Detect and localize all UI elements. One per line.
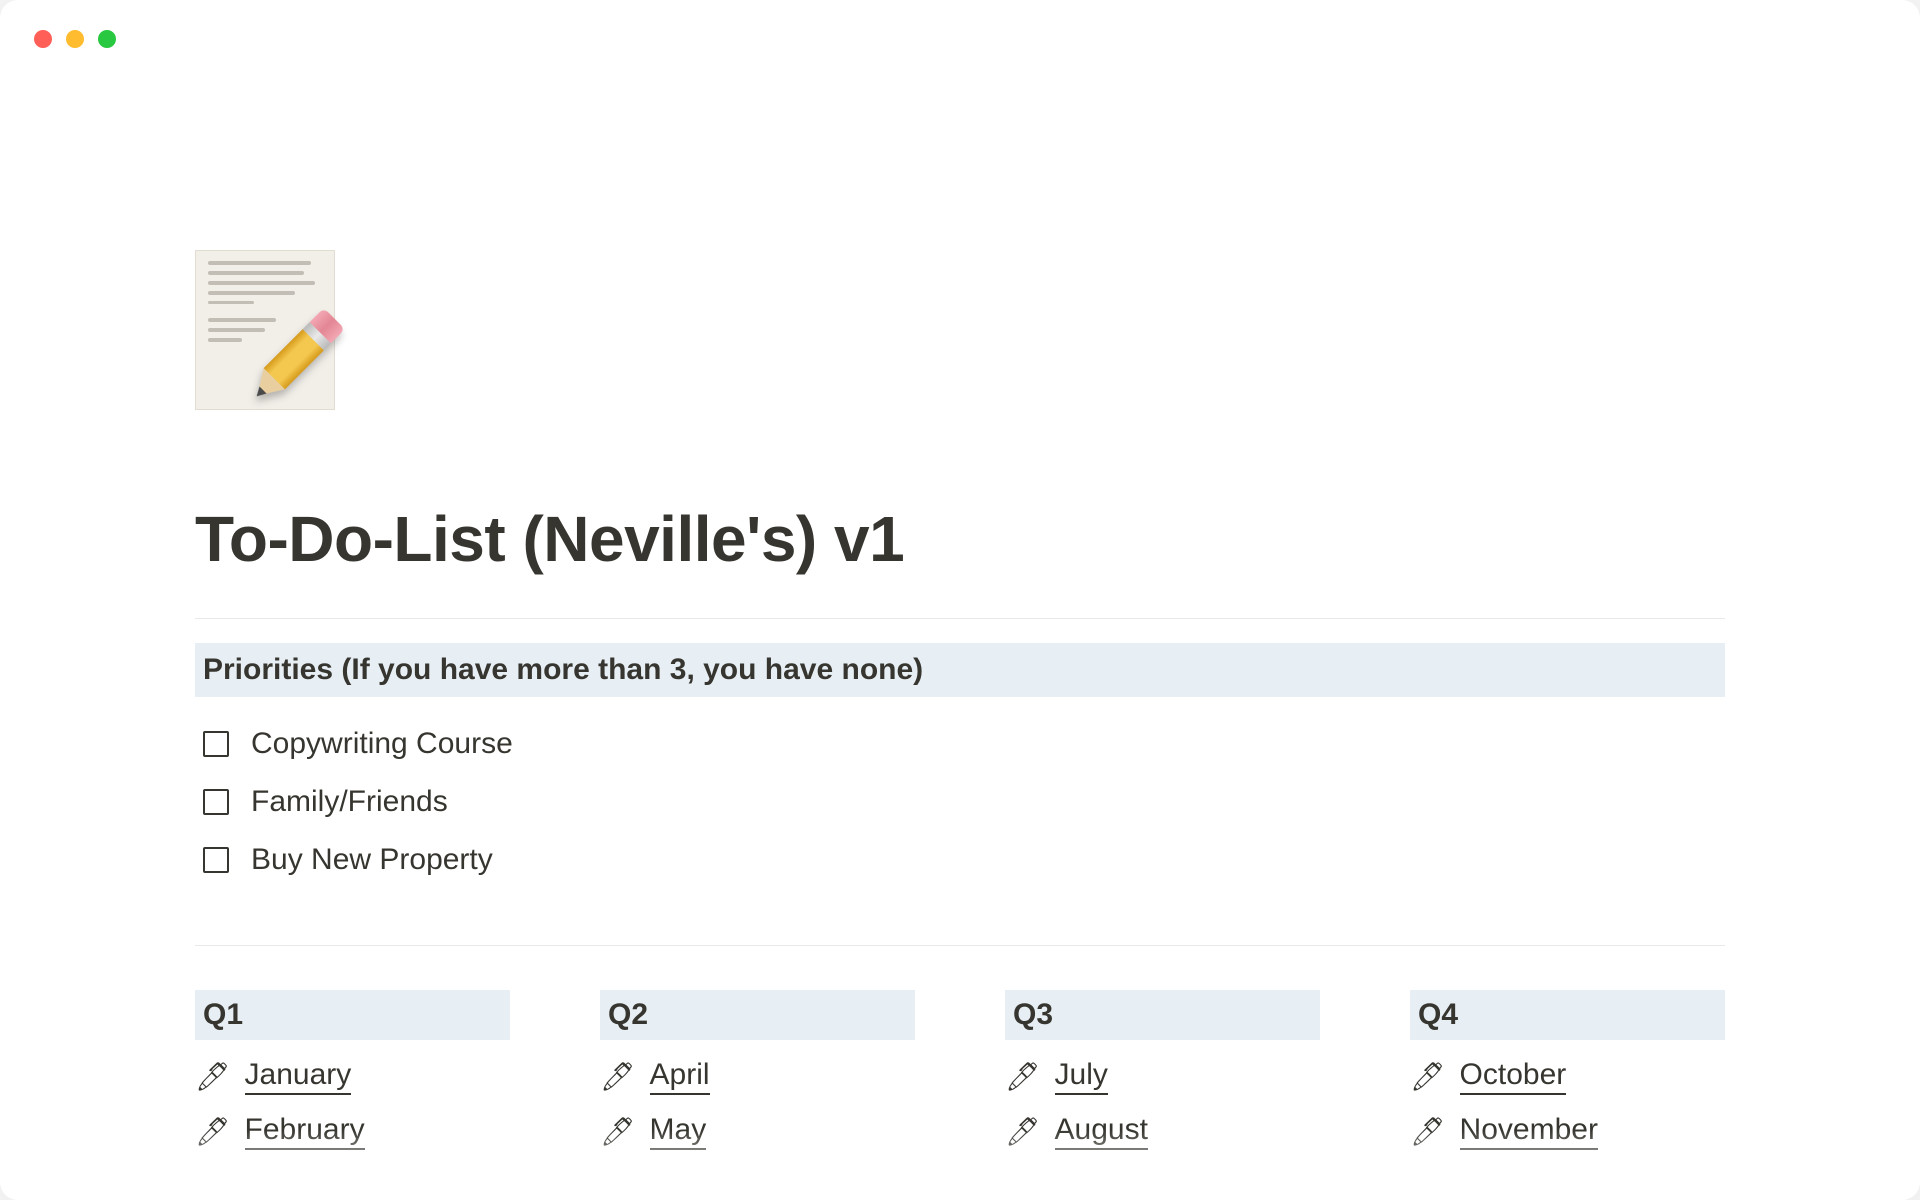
memo-pencil-icon[interactable] — [195, 250, 335, 410]
divider — [195, 945, 1725, 946]
month-label: January — [245, 1058, 352, 1095]
priorities-heading[interactable]: Priorities (If you have more than 3, you… — [195, 643, 1725, 697]
month-label: November — [1460, 1113, 1598, 1150]
checkbox[interactable] — [203, 731, 229, 757]
month-label: April — [650, 1058, 710, 1095]
month-link[interactable]: 🖊 February — [195, 1113, 510, 1150]
checkbox[interactable] — [203, 847, 229, 873]
app-window: To-Do-List (Neville's) v1 Priorities (If… — [0, 0, 1920, 1200]
todo-item[interactable]: Buy New Property — [195, 831, 1725, 889]
todo-label: Copywriting Course — [251, 727, 513, 761]
quarter-heading[interactable]: Q4 — [1410, 990, 1725, 1040]
quarter-heading[interactable]: Q1 — [195, 990, 510, 1040]
page-title[interactable]: To-Do-List (Neville's) v1 — [195, 502, 1725, 576]
quarter-heading[interactable]: Q2 — [600, 990, 915, 1040]
month-label: May — [650, 1113, 707, 1150]
pen-icon: 🖊 — [195, 1118, 231, 1146]
month-link[interactable]: 🖊 April — [600, 1058, 915, 1095]
todo-label: Buy New Property — [251, 843, 493, 877]
month-link[interactable]: 🖊 November — [1410, 1113, 1725, 1150]
month-link[interactable]: 🖊 January — [195, 1058, 510, 1095]
priorities-list: Copywriting Course Family/Friends Buy Ne… — [195, 715, 1725, 889]
quarter-column-q4: Q4 🖊 October 🖊 November — [1410, 990, 1725, 1150]
quarter-column-q2: Q2 🖊 April 🖊 May — [600, 990, 915, 1150]
month-label: February — [245, 1113, 365, 1150]
close-window-button[interactable] — [34, 30, 52, 48]
month-link[interactable]: 🖊 July — [1005, 1058, 1320, 1095]
quarter-column-q1: Q1 🖊 January 🖊 February — [195, 990, 510, 1150]
divider — [195, 618, 1725, 619]
pen-icon: 🖊 — [600, 1118, 636, 1146]
quarters-grid: Q1 🖊 January 🖊 February Q2 🖊 April 🖊 — [195, 990, 1725, 1150]
pen-icon: 🖊 — [1005, 1118, 1041, 1146]
pen-icon: 🖊 — [600, 1063, 636, 1091]
todo-label: Family/Friends — [251, 785, 448, 819]
month-link[interactable]: 🖊 August — [1005, 1113, 1320, 1150]
pen-icon: 🖊 — [1410, 1063, 1446, 1091]
window-controls — [34, 30, 116, 48]
todo-item[interactable]: Family/Friends — [195, 773, 1725, 831]
month-label: July — [1055, 1058, 1108, 1095]
pen-icon: 🖊 — [1410, 1118, 1446, 1146]
todo-item[interactable]: Copywriting Course — [195, 715, 1725, 773]
pen-icon: 🖊 — [1005, 1063, 1041, 1091]
month-label: October — [1460, 1058, 1567, 1095]
pen-icon: 🖊 — [195, 1063, 231, 1091]
quarter-column-q3: Q3 🖊 July 🖊 August — [1005, 990, 1320, 1150]
minimize-window-button[interactable] — [66, 30, 84, 48]
maximize-window-button[interactable] — [98, 30, 116, 48]
quarter-heading[interactable]: Q3 — [1005, 990, 1320, 1040]
month-link[interactable]: 🖊 May — [600, 1113, 915, 1150]
month-label: August — [1055, 1113, 1148, 1150]
checkbox[interactable] — [203, 789, 229, 815]
page-content: To-Do-List (Neville's) v1 Priorities (If… — [195, 250, 1725, 1150]
month-link[interactable]: 🖊 October — [1410, 1058, 1725, 1095]
